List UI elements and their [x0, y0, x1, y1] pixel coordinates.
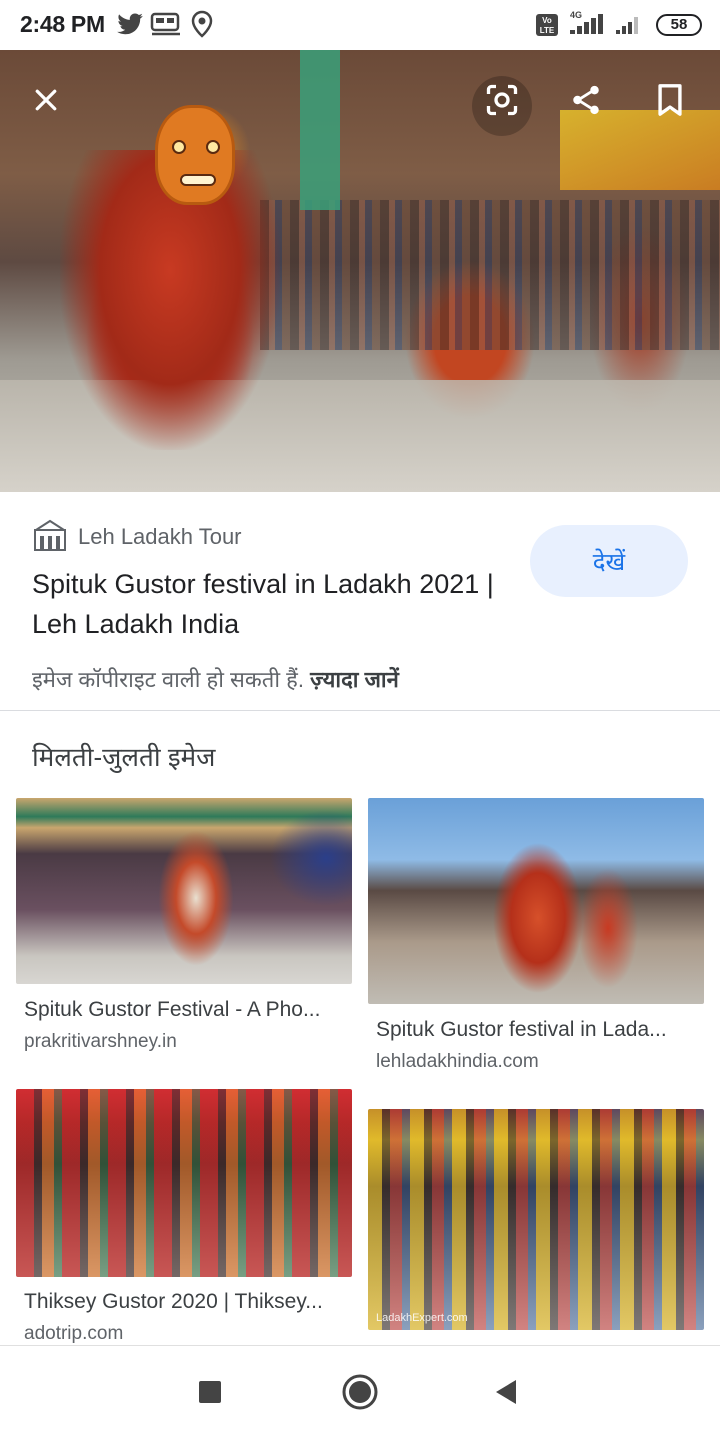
- svg-text:4G: 4G: [570, 10, 582, 20]
- location-icon: [190, 10, 214, 43]
- share-icon: [569, 83, 603, 117]
- back-icon: [493, 1378, 519, 1411]
- recents-icon: [198, 1380, 222, 1409]
- signal-4g-icon: 4G: [566, 8, 608, 41]
- share-button[interactable]: [564, 78, 608, 122]
- recents-button[interactable]: [188, 1372, 232, 1416]
- thumbnail-watermark: LadakhExpert.com: [376, 1312, 468, 1324]
- source-card: Leh Ladakh Tour Spituk Gustor festival i…: [0, 492, 720, 710]
- related-site: adotrip.com: [24, 1323, 124, 1344]
- system-nav-bar: [0, 1345, 720, 1440]
- related-heading: मिलती-जुलती इमेज: [32, 742, 216, 772]
- related-site: prakritivarshney.in: [24, 1031, 177, 1052]
- source-site-name[interactable]: Leh Ladakh Tour: [78, 524, 242, 550]
- back-button[interactable]: [484, 1372, 528, 1416]
- battery-icon: 58: [656, 14, 702, 36]
- twitter-icon: [116, 10, 144, 43]
- source-title[interactable]: Spituk Gustor festival in Ladakh 2021 | …: [32, 564, 502, 644]
- copyright-notice: इमेज कॉपीराइट वाली हो सकती हैं. ज़्यादा …: [32, 664, 399, 694]
- home-icon: [341, 1373, 379, 1416]
- learn-more-link[interactable]: ज़्यादा जानें: [310, 667, 399, 692]
- svg-text:Vo: Vo: [542, 16, 552, 25]
- signal-icon: [614, 10, 644, 41]
- close-icon: [31, 85, 61, 115]
- volte-icon: Vo LTE: [535, 13, 559, 42]
- related-thumbnail[interactable]: [16, 1089, 352, 1277]
- hero-banner: [560, 110, 720, 190]
- related-title[interactable]: Thiksey Gustor 2020 | Thiksey...: [24, 1290, 354, 1314]
- svg-text:LTE: LTE: [540, 26, 555, 35]
- hero-crowd: [260, 200, 720, 350]
- copyright-text: इमेज कॉपीराइट वाली हो सकती हैं.: [32, 667, 304, 692]
- site-logo-icon: [32, 518, 68, 552]
- hero-mask: [155, 105, 235, 205]
- related-thumbnail[interactable]: LadakhExpert.com: [368, 1109, 704, 1330]
- train-icon: [150, 10, 182, 43]
- related-thumbnail[interactable]: [16, 798, 352, 984]
- close-button[interactable]: [24, 78, 68, 122]
- lens-button[interactable]: [480, 78, 524, 122]
- lens-icon: [484, 82, 520, 118]
- related-title[interactable]: Spituk Gustor Festival - A Pho...: [24, 998, 354, 1022]
- visit-button[interactable]: देखें: [530, 525, 688, 597]
- home-button[interactable]: [338, 1372, 382, 1416]
- status-bar: 2:48 PM Vo LTE 4G 58: [0, 0, 720, 50]
- bookmark-button[interactable]: [648, 78, 692, 122]
- bookmark-icon: [655, 83, 685, 117]
- related-thumbnail[interactable]: [368, 798, 704, 1004]
- related-title[interactable]: Spituk Gustor festival in Lada...: [376, 1018, 706, 1042]
- divider: [0, 710, 720, 711]
- related-site: lehladakhindia.com: [376, 1051, 539, 1072]
- hero-image[interactable]: [0, 50, 720, 492]
- hero-flag: [300, 50, 340, 210]
- status-time: 2:48 PM: [20, 11, 105, 37]
